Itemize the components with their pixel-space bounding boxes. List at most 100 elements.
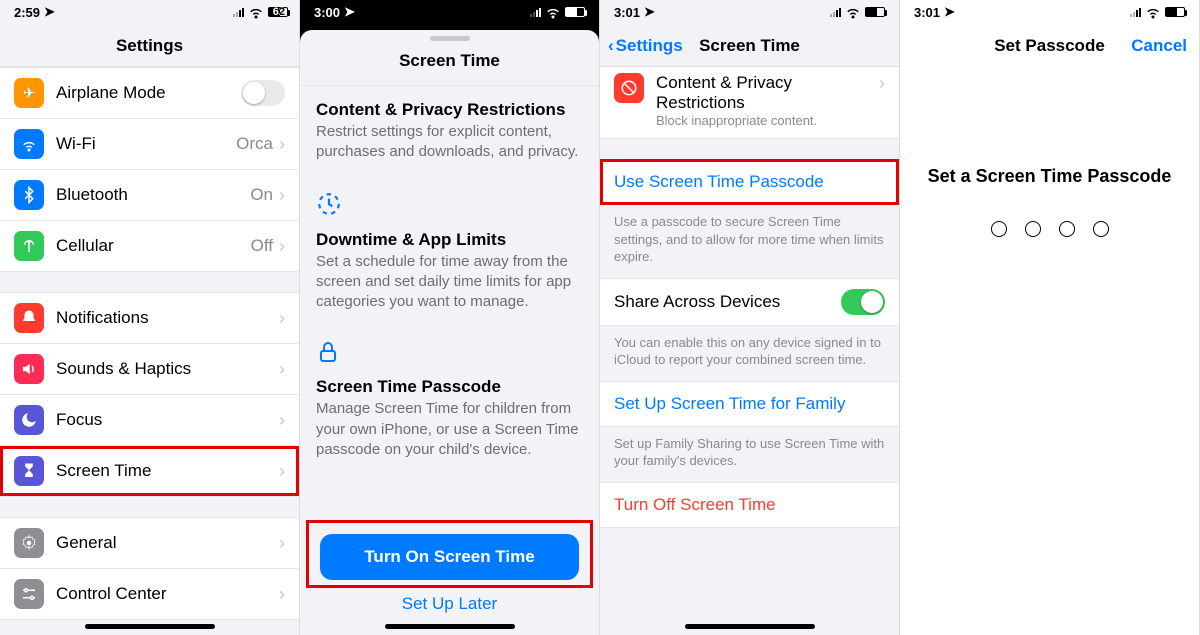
row-general[interactable]: General › bbox=[0, 518, 299, 569]
location-icon: ➤ bbox=[944, 4, 955, 20]
family-group: Set Up Screen Time for Family bbox=[600, 381, 899, 427]
row-value: Off bbox=[251, 236, 273, 256]
antenna-icon bbox=[14, 231, 44, 261]
chevron-icon: › bbox=[279, 185, 285, 206]
location-icon: ➤ bbox=[344, 4, 355, 20]
row-sublabel: Block inappropriate content. bbox=[656, 113, 879, 128]
row-label: Notifications bbox=[56, 308, 279, 328]
row-wifi[interactable]: Wi-Fi Orca › bbox=[0, 119, 299, 170]
chevron-icon: › bbox=[279, 236, 285, 257]
airplane-toggle[interactable] bbox=[241, 80, 285, 106]
row-notifications[interactable]: Notifications › bbox=[0, 293, 299, 344]
sheet-title: Screen Time bbox=[300, 41, 599, 86]
passcode-dot bbox=[1025, 221, 1041, 237]
turn-off-button[interactable]: Turn Off Screen Time bbox=[600, 483, 899, 527]
feature-content-privacy: Content & Privacy Restrictions Restrict … bbox=[300, 86, 599, 163]
chevron-icon: › bbox=[279, 533, 285, 554]
modal-sheet: Screen Time Content & Privacy Restrictio… bbox=[300, 30, 599, 635]
cancel-button[interactable]: Cancel bbox=[1131, 36, 1187, 56]
status-time: 3:01 bbox=[614, 5, 640, 20]
row-bluetooth[interactable]: Bluetooth On › bbox=[0, 170, 299, 221]
passcode-dot bbox=[1093, 221, 1109, 237]
status-bar: 2:59➤ 62 bbox=[0, 0, 299, 24]
panel-screentime-onboard: 3:00 ➤ Screen Time Content & Privacy Rest… bbox=[300, 0, 600, 635]
status-bar: 3:00 ➤ bbox=[300, 0, 599, 24]
row-label: Airplane Mode bbox=[56, 83, 241, 103]
location-icon: ➤ bbox=[44, 4, 55, 20]
row-label: Focus bbox=[56, 410, 279, 430]
back-button[interactable]: ‹Settings bbox=[608, 36, 683, 56]
home-indicator bbox=[85, 624, 215, 629]
row-screen-time[interactable]: Screen Time › bbox=[0, 446, 299, 496]
turnoff-group: Turn Off Screen Time bbox=[600, 482, 899, 528]
share-group: Share Across Devices bbox=[600, 278, 899, 326]
feature-heading: Content & Privacy Restrictions bbox=[316, 100, 583, 120]
sliders-icon bbox=[14, 579, 44, 609]
cell-signal-icon bbox=[233, 7, 244, 17]
settings-group-attention: Notifications › Sounds & Haptics › Focus… bbox=[0, 292, 299, 497]
passcode-dots bbox=[991, 221, 1109, 237]
nav-bar: ‹Settings Screen Time bbox=[600, 24, 899, 67]
turn-on-highlight: Turn On Screen Time bbox=[306, 520, 593, 588]
cell-signal-icon bbox=[1130, 7, 1141, 17]
share-toggle[interactable] bbox=[841, 289, 885, 315]
status-time: 3:00 bbox=[314, 5, 340, 20]
battery-icon bbox=[1165, 7, 1185, 17]
wifi-icon bbox=[844, 2, 862, 23]
family-desc: Set up Family Sharing to use Screen Time… bbox=[600, 427, 899, 482]
panel-set-passcode: 3:01➤ Set Passcode Cancel Set a Screen T… bbox=[900, 0, 1200, 635]
turn-on-button[interactable]: Turn On Screen Time bbox=[320, 534, 579, 580]
battery-icon bbox=[865, 7, 885, 17]
row-value: On bbox=[250, 185, 273, 205]
lock-icon bbox=[316, 340, 583, 371]
content-privacy-group: Content & Privacy Restrictions Block ina… bbox=[600, 67, 899, 139]
no-entry-icon bbox=[614, 73, 644, 103]
passcode-dot bbox=[1059, 221, 1075, 237]
row-label: Share Across Devices bbox=[614, 292, 841, 312]
chevron-icon: › bbox=[279, 359, 285, 380]
wifi-icon bbox=[14, 129, 44, 159]
status-time: 2:59 bbox=[14, 5, 40, 20]
row-label: Bluetooth bbox=[56, 185, 250, 205]
row-sounds[interactable]: Sounds & Haptics › bbox=[0, 344, 299, 395]
feature-downtime: Downtime & App Limits Set a schedule for… bbox=[300, 163, 599, 313]
wifi-icon bbox=[1144, 2, 1162, 23]
status-bar: 3:01 ➤ bbox=[600, 0, 899, 24]
row-control-center[interactable]: Control Center › bbox=[0, 569, 299, 620]
battery-icon bbox=[565, 7, 585, 17]
use-passcode-button[interactable]: Use Screen Time Passcode bbox=[600, 160, 899, 204]
row-cellular[interactable]: Cellular Off › bbox=[0, 221, 299, 271]
row-label: Wi-Fi bbox=[56, 134, 236, 154]
row-value: Orca bbox=[236, 134, 273, 154]
home-indicator bbox=[685, 624, 815, 629]
nav-bar: Set Passcode Cancel bbox=[900, 24, 1199, 66]
passcode-dot bbox=[991, 221, 1007, 237]
chevron-icon: › bbox=[279, 134, 285, 155]
feature-heading: Screen Time Passcode bbox=[316, 377, 583, 397]
row-content-privacy[interactable]: Content & Privacy Restrictions Block ina… bbox=[600, 67, 899, 138]
chevron-icon: › bbox=[279, 410, 285, 431]
back-label: Settings bbox=[616, 36, 683, 56]
row-focus[interactable]: Focus › bbox=[0, 395, 299, 446]
family-button[interactable]: Set Up Screen Time for Family bbox=[600, 382, 899, 426]
location-icon: ➤ bbox=[644, 4, 655, 20]
chevron-left-icon: ‹ bbox=[608, 36, 614, 56]
passcode-prompt: Set a Screen Time Passcode bbox=[928, 166, 1172, 187]
speaker-icon bbox=[14, 354, 44, 384]
nav-title-text: Screen Time bbox=[699, 36, 800, 55]
set-up-later-button[interactable]: Set Up Later bbox=[300, 588, 599, 620]
passcode-entry: Set a Screen Time Passcode bbox=[900, 66, 1199, 635]
feature-desc: Restrict settings for explicit content, … bbox=[316, 122, 583, 163]
row-label: Screen Time bbox=[56, 461, 279, 481]
home-indicator bbox=[385, 624, 515, 629]
row-airplane-mode[interactable]: ✈︎ Airplane Mode bbox=[0, 68, 299, 119]
chevron-icon: › bbox=[279, 461, 285, 482]
gear-icon bbox=[14, 528, 44, 558]
row-label: General bbox=[56, 533, 279, 553]
bluetooth-icon bbox=[14, 180, 44, 210]
wifi-icon bbox=[544, 2, 562, 23]
chevron-icon: › bbox=[279, 584, 285, 605]
feature-desc: Set a schedule for time away from the sc… bbox=[316, 252, 583, 313]
row-share-devices[interactable]: Share Across Devices bbox=[600, 279, 899, 325]
feature-heading: Downtime & App Limits bbox=[316, 230, 583, 250]
